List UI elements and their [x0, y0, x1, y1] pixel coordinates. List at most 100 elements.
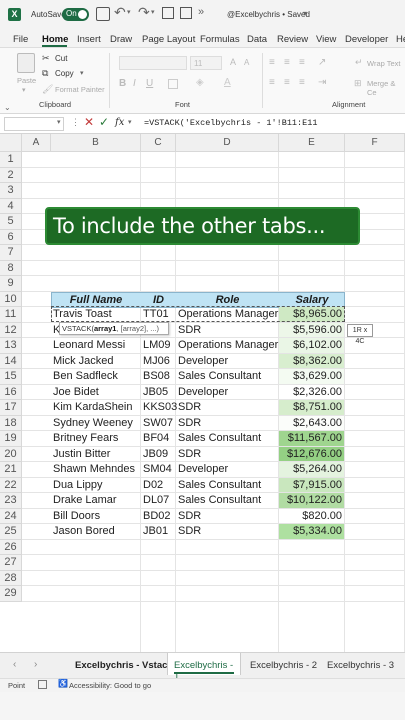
- row-header-6[interactable]: 6: [0, 229, 22, 245]
- wrap-text-button[interactable]: Wrap Text: [367, 59, 401, 68]
- id-cell[interactable]: MJ06: [143, 354, 170, 369]
- salary-cell[interactable]: $5,264.00: [279, 462, 342, 477]
- grid-icon[interactable]: [162, 7, 174, 19]
- row-header-17[interactable]: 17: [0, 400, 22, 416]
- role-cell[interactable]: SDR: [178, 416, 201, 431]
- role-cell[interactable]: Developer: [178, 385, 228, 400]
- increase-font-icon[interactable]: A: [230, 57, 236, 67]
- paste-dropdown-icon[interactable]: ▾: [22, 86, 26, 94]
- name-box-chevron-down-icon[interactable]: ▾: [57, 118, 61, 126]
- insert-function-icon[interactable]: fx: [115, 117, 124, 128]
- copy-dropdown-icon[interactable]: ▾: [80, 69, 84, 77]
- paste-icon[interactable]: [17, 53, 35, 73]
- font-size-select[interactable]: 11: [190, 56, 222, 70]
- salary-cell[interactable]: $2,643.00: [279, 416, 342, 431]
- select-all-corner[interactable]: [0, 134, 22, 152]
- row-header-19[interactable]: 19: [0, 431, 22, 447]
- tab-scroll-left-icon[interactable]: ‹: [13, 659, 16, 670]
- row-header-29[interactable]: 29: [0, 586, 22, 602]
- full-name-cell[interactable]: Leonard Messi: [53, 338, 125, 353]
- tab-formulas[interactable]: Formulas: [200, 34, 240, 45]
- paste-label[interactable]: Paste: [17, 76, 36, 85]
- salary-cell[interactable]: $8,751.00: [279, 400, 342, 415]
- full-name-cell[interactable]: Jason Bored: [53, 524, 115, 539]
- row-header-18[interactable]: 18: [0, 415, 22, 431]
- full-name-cell[interactable]: Joe Bidet: [53, 385, 99, 400]
- column-header-a[interactable]: A: [22, 134, 51, 152]
- row-header-9[interactable]: 9: [0, 276, 22, 292]
- row-header-12[interactable]: 12: [0, 322, 22, 338]
- sheet-tab-3[interactable]: Excelbychris - 3: [327, 660, 394, 671]
- tab-draw[interactable]: Draw: [110, 34, 132, 45]
- role-cell[interactable]: SDR: [178, 400, 201, 415]
- column-header-d[interactable]: D: [176, 134, 279, 152]
- row-header-16[interactable]: 16: [0, 384, 22, 400]
- id-cell[interactable]: JB01: [143, 524, 168, 539]
- redo-dropdown-icon[interactable]: ▾: [151, 8, 155, 16]
- merge-center-icon[interactable]: ⊞: [354, 78, 362, 89]
- salary-cell[interactable]: $5,334.00: [279, 524, 342, 539]
- role-cell[interactable]: Sales Consultant: [178, 431, 261, 446]
- row-header-28[interactable]: 28: [0, 570, 22, 586]
- row-header-15[interactable]: 15: [0, 369, 22, 385]
- row-header-10[interactable]: 10: [0, 291, 22, 307]
- copy-button[interactable]: Copy: [55, 69, 74, 78]
- autosave-toggle[interactable]: On: [62, 8, 89, 21]
- indent-icon[interactable]: ⇥: [318, 77, 326, 88]
- salary-cell[interactable]: $820.00: [279, 509, 342, 524]
- sheet-tab-active[interactable]: Excelbychris - 1: [167, 653, 241, 682]
- role-cell[interactable]: Sales Consultant: [178, 493, 261, 508]
- column-header-e[interactable]: E: [279, 134, 345, 152]
- italic-icon[interactable]: I: [133, 78, 136, 89]
- row-header-21[interactable]: 21: [0, 462, 22, 478]
- tab-data[interactable]: Data: [247, 34, 267, 45]
- font-name-select[interactable]: [119, 56, 187, 70]
- more-icon[interactable]: »: [198, 6, 204, 18]
- id-cell[interactable]: KKS03: [143, 400, 177, 415]
- role-cell[interactable]: Sales Consultant: [178, 478, 261, 493]
- row-header-5[interactable]: 5: [0, 214, 22, 230]
- row-header-26[interactable]: 26: [0, 539, 22, 555]
- full-name-cell[interactable]: Drake Lamar: [53, 493, 117, 508]
- salary-cell[interactable]: $6,102.00: [279, 338, 342, 353]
- row-header-20[interactable]: 20: [0, 446, 22, 462]
- role-cell[interactable]: SDR: [178, 323, 201, 338]
- align-top-icon[interactable]: ≡: [269, 57, 275, 68]
- tab-view[interactable]: View: [316, 34, 336, 45]
- row-header-8[interactable]: 8: [0, 260, 22, 276]
- align-center-icon[interactable]: ≡: [284, 77, 290, 88]
- full-name-cell[interactable]: Dua Lippy: [53, 478, 103, 493]
- salary-cell[interactable]: $5,596.00: [279, 323, 342, 338]
- borders-icon[interactable]: [168, 79, 178, 89]
- id-cell[interactable]: JB05: [143, 385, 168, 400]
- row-header-4[interactable]: 4: [0, 198, 22, 214]
- salary-cell[interactable]: $12,676.00: [279, 447, 342, 462]
- cancel-icon[interactable]: ✕: [84, 115, 94, 129]
- full-name-cell[interactable]: Sydney Weeney: [53, 416, 133, 431]
- row-header-1[interactable]: 1: [0, 152, 22, 168]
- role-cell[interactable]: Operations Manager: [178, 338, 278, 353]
- filename-chevron-down-icon[interactable]: ▾: [303, 9, 307, 18]
- accessibility-icon[interactable]: ♿: [58, 679, 68, 688]
- align-right-icon[interactable]: ≡: [299, 77, 305, 88]
- id-cell[interactable]: LM09: [143, 338, 171, 353]
- file-name[interactable]: @Excelbychris • Saved: [227, 10, 310, 19]
- orientation-icon[interactable]: ↗: [318, 57, 326, 68]
- role-cell[interactable]: Developer: [178, 354, 228, 369]
- align-left-icon[interactable]: ≡: [269, 77, 275, 88]
- tab-developer[interactable]: Developer: [345, 34, 388, 45]
- role-cell[interactable]: Sales Consultant: [178, 369, 261, 384]
- tab-page-layout[interactable]: Page Layout: [142, 34, 195, 45]
- copy-icon[interactable]: ⧉: [42, 68, 48, 79]
- format-painter-icon[interactable]: 🖌: [42, 84, 53, 95]
- row-header-7[interactable]: 7: [0, 245, 22, 261]
- bold-icon[interactable]: B: [119, 78, 126, 89]
- tab-review[interactable]: Review: [277, 34, 308, 45]
- tab-help[interactable]: He: [396, 34, 405, 45]
- column-header-c[interactable]: C: [141, 134, 176, 152]
- full-name-cell[interactable]: Mick Jacked: [53, 354, 114, 369]
- align-middle-icon[interactable]: ≡: [284, 57, 290, 68]
- full-name-cell[interactable]: Shawn Mehndes: [53, 462, 135, 477]
- salary-cell[interactable]: $8,362.00: [279, 354, 342, 369]
- undo-icon[interactable]: ↶: [114, 4, 126, 21]
